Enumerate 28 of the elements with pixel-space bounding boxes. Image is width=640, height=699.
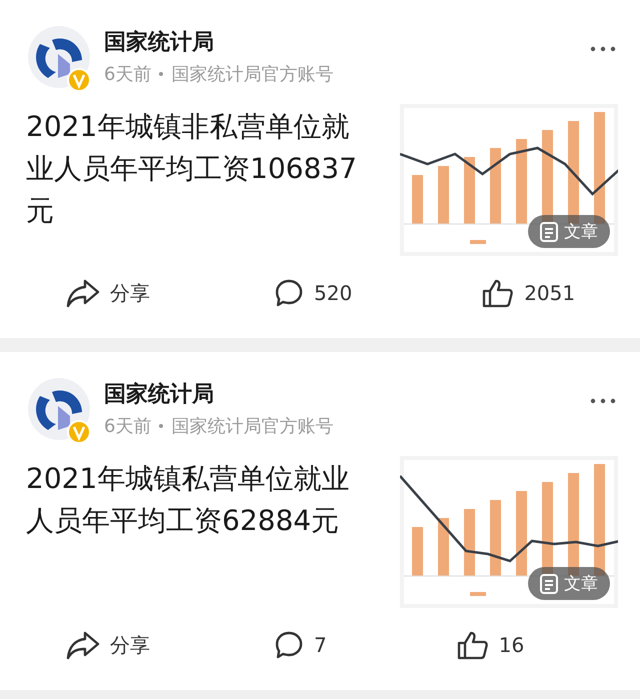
more-icon[interactable] [590, 398, 616, 404]
post-title[interactable]: 2021年城镇私营单位就业人员年平均工资62884元 [26, 456, 361, 608]
author-name[interactable]: 国家统计局 [104, 380, 334, 410]
action-button[interactable]: 分享 [60, 626, 156, 664]
action-button[interactable]: 7 [268, 626, 333, 664]
more-icon[interactable] [590, 46, 616, 52]
post-time: 6天前 [104, 415, 152, 438]
post-time: 6天前 [104, 63, 152, 86]
action-button[interactable]: 2051 [476, 274, 582, 312]
action-button[interactable]: 分享 [60, 274, 156, 312]
action-button[interactable]: 16 [450, 626, 530, 664]
badge-label: 文章 [564, 221, 598, 243]
thumbs-up-icon [456, 630, 489, 660]
action-button[interactable]: 520 [268, 274, 358, 312]
comment-icon [274, 630, 304, 660]
comment-icon [274, 278, 304, 308]
author-name[interactable]: 国家统计局 [104, 28, 334, 58]
account-type: 国家统计局官方账号 [171, 415, 334, 438]
document-icon [540, 574, 558, 594]
share-icon [66, 630, 100, 660]
thumbs-up-icon [482, 278, 514, 308]
separator-dot [159, 424, 164, 428]
document-icon [540, 222, 558, 242]
badge-label: 文章 [564, 573, 598, 595]
post-title[interactable]: 2021年城镇非私营单位就业人员年平均工资106837元 [26, 104, 361, 256]
account-type: 国家统计局官方账号 [171, 63, 334, 86]
separator-dot [159, 72, 164, 76]
share-icon [66, 278, 100, 308]
